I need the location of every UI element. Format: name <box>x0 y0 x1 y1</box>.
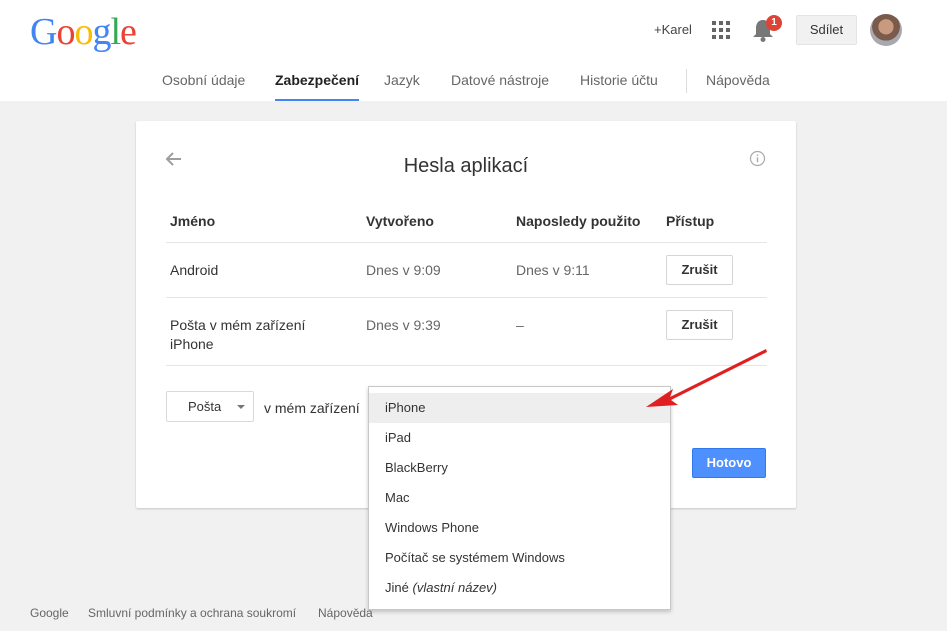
logo-letter: l <box>110 11 121 53</box>
row-name: Pošta v mém zařízení <box>170 317 306 333</box>
device-option-ipad[interactable]: iPad <box>369 423 670 453</box>
table-divider <box>166 297 767 298</box>
table-divider <box>166 365 767 366</box>
revoke-button[interactable]: Zrušit <box>666 255 733 285</box>
device-option-blackberry[interactable]: BlackBerry <box>369 453 670 483</box>
google-logo[interactable]: Google <box>30 10 137 54</box>
tab-data-tools[interactable]: Datové nástroje <box>451 72 549 101</box>
footer-link-help[interactable]: Nápověda <box>318 606 373 620</box>
column-header-access: Přístup <box>666 213 715 229</box>
column-header-last-used: Naposledy použito <box>516 213 641 229</box>
device-option-iphone[interactable]: iPhone <box>369 393 670 423</box>
tab-security[interactable]: Zabezpečení <box>275 72 360 101</box>
device-dropdown-menu: iPhone iPad BlackBerry Mac Windows Phone… <box>368 386 671 610</box>
top-header: Google +Karel 1 Sdílet Osobní údaje Zabe… <box>0 0 947 101</box>
footer-link-terms-privacy[interactable]: Smluvní podmínky a ochrana soukromí <box>88 606 296 620</box>
custom-option-hint: (vlastní název) <box>412 580 498 595</box>
done-button[interactable]: Hotovo <box>692 448 766 478</box>
row-last-used: Dnes v 9:11 <box>516 262 590 278</box>
account-nav: Osobní údaje Zabezpečení Jazyk Datové ná… <box>0 69 947 101</box>
row-name: Android <box>170 262 219 278</box>
table-divider <box>166 242 767 243</box>
page-title: Hesla aplikací <box>403 155 529 177</box>
revoke-button[interactable]: Zrušit <box>666 310 733 340</box>
logo-letter: g <box>92 11 111 53</box>
google-plus-profile-link[interactable]: +Karel <box>654 22 692 37</box>
row-name-line2: iPhone <box>170 336 214 352</box>
user-avatar[interactable] <box>870 14 902 46</box>
tab-personal-info[interactable]: Osobní údaje <box>162 72 245 101</box>
logo-letter: e <box>120 11 137 53</box>
info-icon[interactable] <box>749 150 766 167</box>
row-created: Dnes v 9:09 <box>366 262 441 278</box>
apps-grid-icon[interactable] <box>711 20 731 40</box>
tab-account-history[interactable]: Historie účtu <box>580 72 658 101</box>
device-option-mac[interactable]: Mac <box>369 483 670 513</box>
row-created: Dnes v 9:39 <box>366 317 441 333</box>
column-header-created: Vytvořeno <box>366 213 434 229</box>
chevron-down-icon <box>237 405 245 409</box>
app-type-select-value: Pošta <box>188 399 222 414</box>
logo-letter: o <box>56 11 75 53</box>
nav-divider <box>686 69 687 93</box>
share-button[interactable]: Sdílet <box>796 15 857 45</box>
custom-option-label: Jiné <box>385 580 409 595</box>
device-select-label: v mém zařízení <box>264 400 360 416</box>
tab-language[interactable]: Jazyk <box>384 72 420 101</box>
footer-link-google[interactable]: Google <box>30 606 69 620</box>
device-option-windows-phone[interactable]: Windows Phone <box>369 513 670 543</box>
logo-letter: G <box>30 11 57 53</box>
column-header-name: Jméno <box>170 213 216 229</box>
notification-count-badge: 1 <box>766 15 782 31</box>
device-option-windows-pc[interactable]: Počítač se systémem Windows <box>369 543 670 573</box>
app-type-select[interactable]: Pošta <box>166 391 254 422</box>
logo-letter: o <box>74 11 93 53</box>
device-option-custom[interactable]: Jiné (vlastní název) <box>369 573 670 603</box>
tab-help[interactable]: Nápověda <box>706 72 770 101</box>
row-last-used: – <box>516 317 524 333</box>
